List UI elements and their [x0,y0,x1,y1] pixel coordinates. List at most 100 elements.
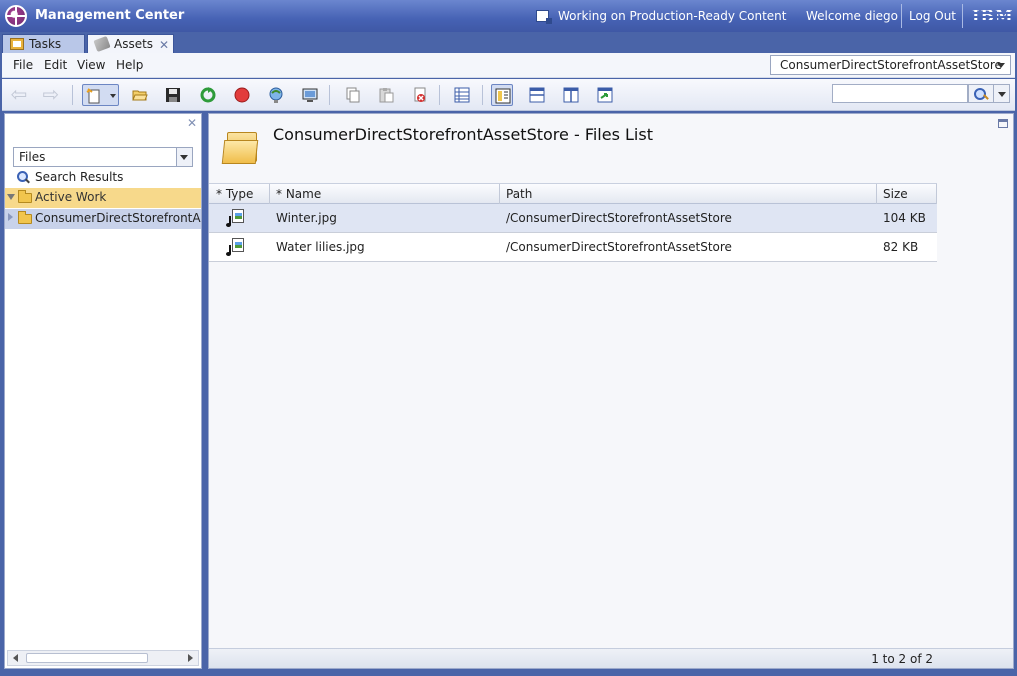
column-divider[interactable] [269,184,270,204]
logout-link[interactable]: Log Out [909,9,956,23]
file-size: 104 KB [883,211,926,225]
file-size: 82 KB [883,240,919,254]
toolbar-divider [439,85,440,105]
page-title: ConsumerDirectStorefrontAssetStore - Fil… [273,125,653,144]
column-divider[interactable] [936,184,937,204]
search-options-dropdown[interactable] [994,84,1010,103]
content-version-icon [536,10,552,24]
management-center-logo-icon [5,5,27,27]
column-header-path[interactable]: Path [506,187,532,201]
column-divider[interactable] [499,184,500,204]
column-divider[interactable] [876,184,877,204]
refresh-button[interactable] [197,84,219,106]
working-on-indicator[interactable]: Working on Production-Ready Content [536,9,787,24]
list-view-button[interactable] [451,84,473,106]
stop-button[interactable] [231,84,253,106]
store-selector-value: ConsumerDirectStorefrontAssetStore [780,58,1002,72]
column-header-name[interactable]: * Name [276,187,321,201]
back-button[interactable]: ⇦ [8,84,30,106]
table-row[interactable]: Water lilies.jpg /ConsumerDirectStorefro… [209,233,937,262]
tree-item-label: Search Results [35,170,124,184]
change-view-button[interactable] [594,84,616,106]
explorer-filter-value: Files [19,150,46,164]
split-horizontal-button[interactable] [526,84,548,106]
refresh-icon [200,87,216,103]
display-icon [302,88,318,102]
tree-item-label: ConsumerDirectStorefrontAssetStore [35,211,201,225]
working-on-label: Working on Production-Ready Content [558,9,787,23]
search-input[interactable] [832,84,968,103]
back-icon: ⇦ [10,82,28,106]
menu-edit[interactable]: Edit [44,58,67,72]
close-tab-icon[interactable]: ✕ [159,36,169,54]
scroll-left-icon[interactable] [13,654,18,662]
copy-button[interactable] [342,84,364,106]
list-view-icon [454,87,470,103]
tree-item-search-results[interactable]: Search Results [5,168,201,188]
open-icon [132,90,148,101]
file-icon [226,238,245,256]
column-header-type[interactable]: * Type [216,187,253,201]
ibm-logo: IBM [972,6,1014,25]
file-icon [226,209,245,227]
change-view-icon [597,87,613,103]
pagination-count: 1 to 2 of 2 [871,652,933,666]
toolbar-divider [329,85,330,105]
preview-button[interactable] [265,84,287,106]
tab-label: Tasks [29,37,62,51]
new-icon [86,88,100,104]
toolbar-divider [482,85,483,105]
folder-icon [18,190,32,203]
file-name: Winter.jpg [276,211,337,225]
menu-view[interactable]: View [77,58,105,72]
tab-tasks[interactable]: Tasks [2,34,85,53]
save-button[interactable] [162,84,184,106]
file-path: /ConsumerDirectStorefrontAssetStore [506,211,732,225]
display-button[interactable] [299,84,321,106]
split-vertical-button[interactable] [560,84,582,106]
list-properties-view-icon [495,88,511,104]
stop-icon [234,87,250,103]
tool-tabs: Tasks Assets ✕ [0,32,1017,53]
tree-item-asset-store[interactable]: ConsumerDirectStorefrontAssetStore [5,209,201,229]
collapse-arrow-icon[interactable] [8,213,13,221]
maximize-icon[interactable] [998,119,1008,128]
menu-bar: File Edit View Help ConsumerDirectStoref… [2,53,1015,78]
close-panel-icon[interactable]: ✕ [187,116,197,130]
chevron-down-icon [176,148,192,166]
scroll-right-icon[interactable] [188,654,193,662]
files-list-panel: ConsumerDirectStorefrontAssetStore - Fil… [208,113,1014,669]
tree-item-active-work[interactable]: Active Work [5,188,201,208]
paste-icon [379,88,394,103]
expand-arrow-icon[interactable] [7,194,15,200]
chevron-down-icon [110,94,116,98]
assets-icon [93,35,111,53]
forward-button[interactable]: ⇨ [40,84,62,106]
delete-button[interactable] [409,84,431,106]
tab-label: Assets [114,37,154,51]
menu-help[interactable]: Help [116,58,143,72]
search-button[interactable] [968,84,994,103]
preview-icon [269,87,283,103]
tab-assets[interactable]: Assets ✕ [87,34,174,53]
delete-icon [414,87,426,102]
table-header: * Type * Name Path Size [209,183,937,204]
explorer-filter-select[interactable]: Files [13,147,193,167]
tasks-icon [10,38,24,50]
explorer-panel: ✕ Files Search Results Active Work Consu… [4,113,202,669]
menu-file[interactable]: File [13,58,33,72]
list-properties-view-button[interactable] [491,84,513,106]
header-divider [962,4,963,28]
column-header-size[interactable]: Size [883,187,908,201]
open-button[interactable] [129,84,151,106]
split-vertical-icon [563,87,579,103]
chevron-down-icon [997,63,1005,68]
store-selector[interactable]: ConsumerDirectStorefrontAssetStore [770,55,1011,75]
app-title: Management Center [35,8,185,23]
tree-item-label: Active Work [35,190,107,204]
paste-button[interactable] [375,84,397,106]
new-button[interactable] [82,84,119,106]
table-row[interactable]: Winter.jpg /ConsumerDirectStorefrontAsse… [209,204,937,233]
scrollbar-thumb[interactable] [26,653,148,663]
horizontal-scrollbar[interactable] [7,650,199,666]
